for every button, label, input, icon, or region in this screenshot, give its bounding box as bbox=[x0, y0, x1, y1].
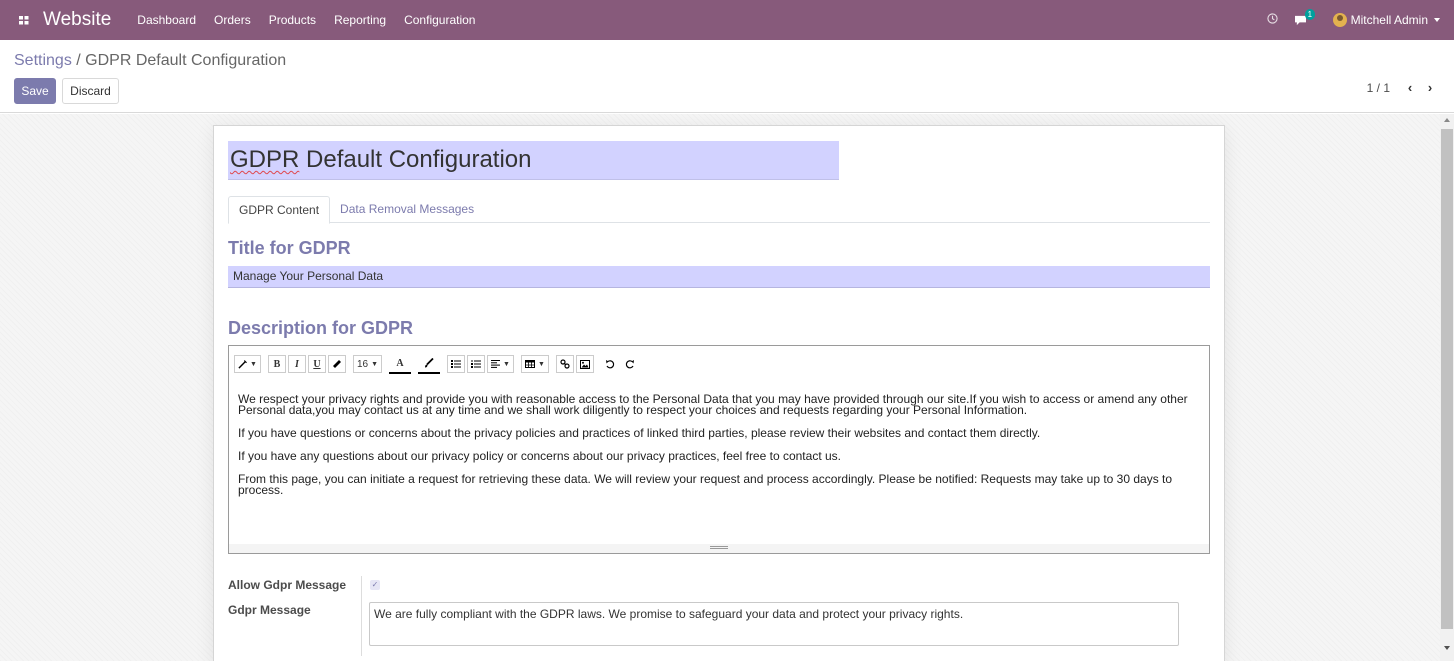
bullet-list-icon bbox=[451, 360, 461, 368]
font-size-dropdown[interactable]: 16 ▼ bbox=[352, 355, 382, 373]
field-divider bbox=[361, 576, 362, 656]
allow-gdpr-message-label: Allow Gdpr Message bbox=[228, 578, 347, 592]
breadcrumb-current: GDPR Default Configuration bbox=[85, 52, 287, 69]
caret-down-icon: ▼ bbox=[250, 360, 257, 368]
tab-gdpr-content[interactable]: GDPR Content bbox=[228, 196, 331, 224]
record-name-field[interactable]: GDPR Default Configuration bbox=[228, 141, 839, 180]
link-button[interactable] bbox=[555, 355, 574, 373]
bold-button[interactable]: B bbox=[267, 355, 286, 373]
misspelled-word: GDPR bbox=[230, 146, 300, 173]
description-editor[interactable]: ▼ B I U 16 ▼ A ▼ ▼ We respect your priva… bbox=[228, 345, 1210, 554]
menu-orders[interactable]: Orders bbox=[214, 13, 251, 27]
allow-gdpr-message-checkbox[interactable]: ✓ bbox=[370, 580, 380, 590]
navbar-systray: 1 Mitchell Admin bbox=[1266, 0, 1454, 40]
numbered-list-button[interactable] bbox=[467, 355, 485, 373]
redo-icon bbox=[625, 360, 634, 369]
control-panel: Settings / GDPR Default Configuration Sa… bbox=[0, 40, 1454, 113]
user-menu[interactable]: Mitchell Admin bbox=[1332, 13, 1440, 27]
image-button[interactable] bbox=[575, 355, 594, 373]
caret-down-icon: ▼ bbox=[537, 360, 545, 368]
form-sheet: GDPR Default Configuration GDPR Content … bbox=[213, 125, 1225, 661]
pager: 1 / 1 ‹ › bbox=[1367, 80, 1440, 95]
messaging-menu[interactable]: 1 bbox=[1294, 8, 1316, 26]
avatar bbox=[1332, 13, 1347, 27]
grip-icon bbox=[710, 546, 728, 547]
bullet-list-button[interactable] bbox=[447, 355, 465, 373]
save-button[interactable]: Save bbox=[14, 78, 56, 104]
editor-content[interactable]: We respect your privacy rights and provi… bbox=[238, 392, 1198, 508]
italic-button[interactable]: I bbox=[287, 355, 306, 373]
user-name: Mitchell Admin bbox=[1350, 13, 1428, 27]
breadcrumb-settings[interactable]: Settings bbox=[14, 52, 72, 69]
description-paragraph: From this page, you can initiate a reque… bbox=[238, 472, 1173, 497]
menu-products[interactable]: Products bbox=[269, 13, 316, 27]
editor-resize-handle[interactable] bbox=[229, 544, 1209, 553]
eraser-button[interactable] bbox=[327, 355, 346, 373]
pager-next-icon[interactable]: › bbox=[1420, 80, 1440, 95]
scrollbar-thumb[interactable] bbox=[1441, 129, 1453, 629]
text-color-button[interactable]: A bbox=[389, 354, 411, 374]
font-size-value: 16 bbox=[356, 358, 369, 370]
menu-reporting[interactable]: Reporting bbox=[334, 13, 386, 27]
breadcrumb-separator: / bbox=[76, 52, 81, 69]
background-color-button[interactable] bbox=[418, 354, 440, 374]
gdpr-message-label: Gdpr Message bbox=[228, 603, 311, 617]
record-name-rest: Default Configuration bbox=[299, 146, 532, 173]
menu-configuration[interactable]: Configuration bbox=[404, 13, 475, 27]
title-input[interactable]: Manage Your Personal Data bbox=[228, 266, 1210, 288]
pager-previous-icon[interactable]: ‹ bbox=[1400, 80, 1420, 95]
menu-dashboard[interactable]: Dashboard bbox=[137, 13, 196, 27]
undo-button[interactable] bbox=[600, 355, 619, 373]
description-heading: Description for GDPR bbox=[228, 318, 414, 338]
table-dropdown[interactable]: ▼ bbox=[520, 355, 549, 373]
description-paragraph: If you have questions or concerns about … bbox=[238, 426, 1041, 440]
scroll-up-arrow-icon[interactable] bbox=[1444, 118, 1450, 122]
brush-icon bbox=[425, 358, 434, 368]
link-icon bbox=[560, 359, 570, 369]
app-name[interactable]: Website bbox=[43, 9, 111, 31]
top-navbar: Website Dashboard Orders Products Report… bbox=[0, 0, 1454, 40]
magic-wand-icon bbox=[238, 359, 247, 369]
caret-down-icon: ▼ bbox=[371, 360, 378, 368]
chevron-down-icon bbox=[1434, 18, 1440, 22]
style-dropdown[interactable]: ▼ bbox=[234, 355, 261, 373]
underline-button[interactable]: U bbox=[307, 355, 326, 373]
caret-down-icon: ▼ bbox=[503, 360, 510, 368]
numbered-list-icon bbox=[471, 360, 481, 368]
redo-button[interactable] bbox=[620, 355, 639, 373]
align-left-icon bbox=[491, 360, 500, 368]
main-menu: Dashboard Orders Products Reporting Conf… bbox=[137, 13, 493, 27]
paragraph-align-dropdown[interactable]: ▼ bbox=[487, 355, 514, 373]
notebook-tabs: GDPR Content Data Removal Messages bbox=[228, 196, 1210, 224]
gdpr-message-input[interactable]: We are fully compliant with the GDPR law… bbox=[369, 602, 1179, 646]
editor-toolbar: ▼ B I U 16 ▼ A ▼ ▼ bbox=[234, 354, 641, 374]
activity-clock-icon[interactable] bbox=[1266, 13, 1278, 27]
description-paragraph: We respect your privacy rights and provi… bbox=[238, 392, 1188, 417]
tab-data-removal-messages[interactable]: Data Removal Messages bbox=[330, 196, 484, 223]
discard-button[interactable]: Discard bbox=[62, 78, 119, 104]
breadcrumb: Settings / GDPR Default Configuration bbox=[14, 52, 286, 70]
chat-count-badge: 1 bbox=[1304, 8, 1316, 20]
scroll-down-arrow-icon[interactable] bbox=[1444, 646, 1450, 650]
pager-value[interactable]: 1 / 1 bbox=[1367, 81, 1390, 95]
image-icon bbox=[579, 359, 590, 369]
description-paragraph: If you have any questions about our priv… bbox=[238, 449, 841, 463]
undo-icon bbox=[605, 360, 615, 369]
eraser-icon bbox=[332, 359, 341, 368]
apps-grid-icon[interactable] bbox=[9, 15, 39, 25]
table-icon bbox=[524, 360, 535, 368]
scrollbar[interactable] bbox=[1440, 114, 1454, 661]
title-heading: Title for GDPR bbox=[228, 238, 351, 258]
